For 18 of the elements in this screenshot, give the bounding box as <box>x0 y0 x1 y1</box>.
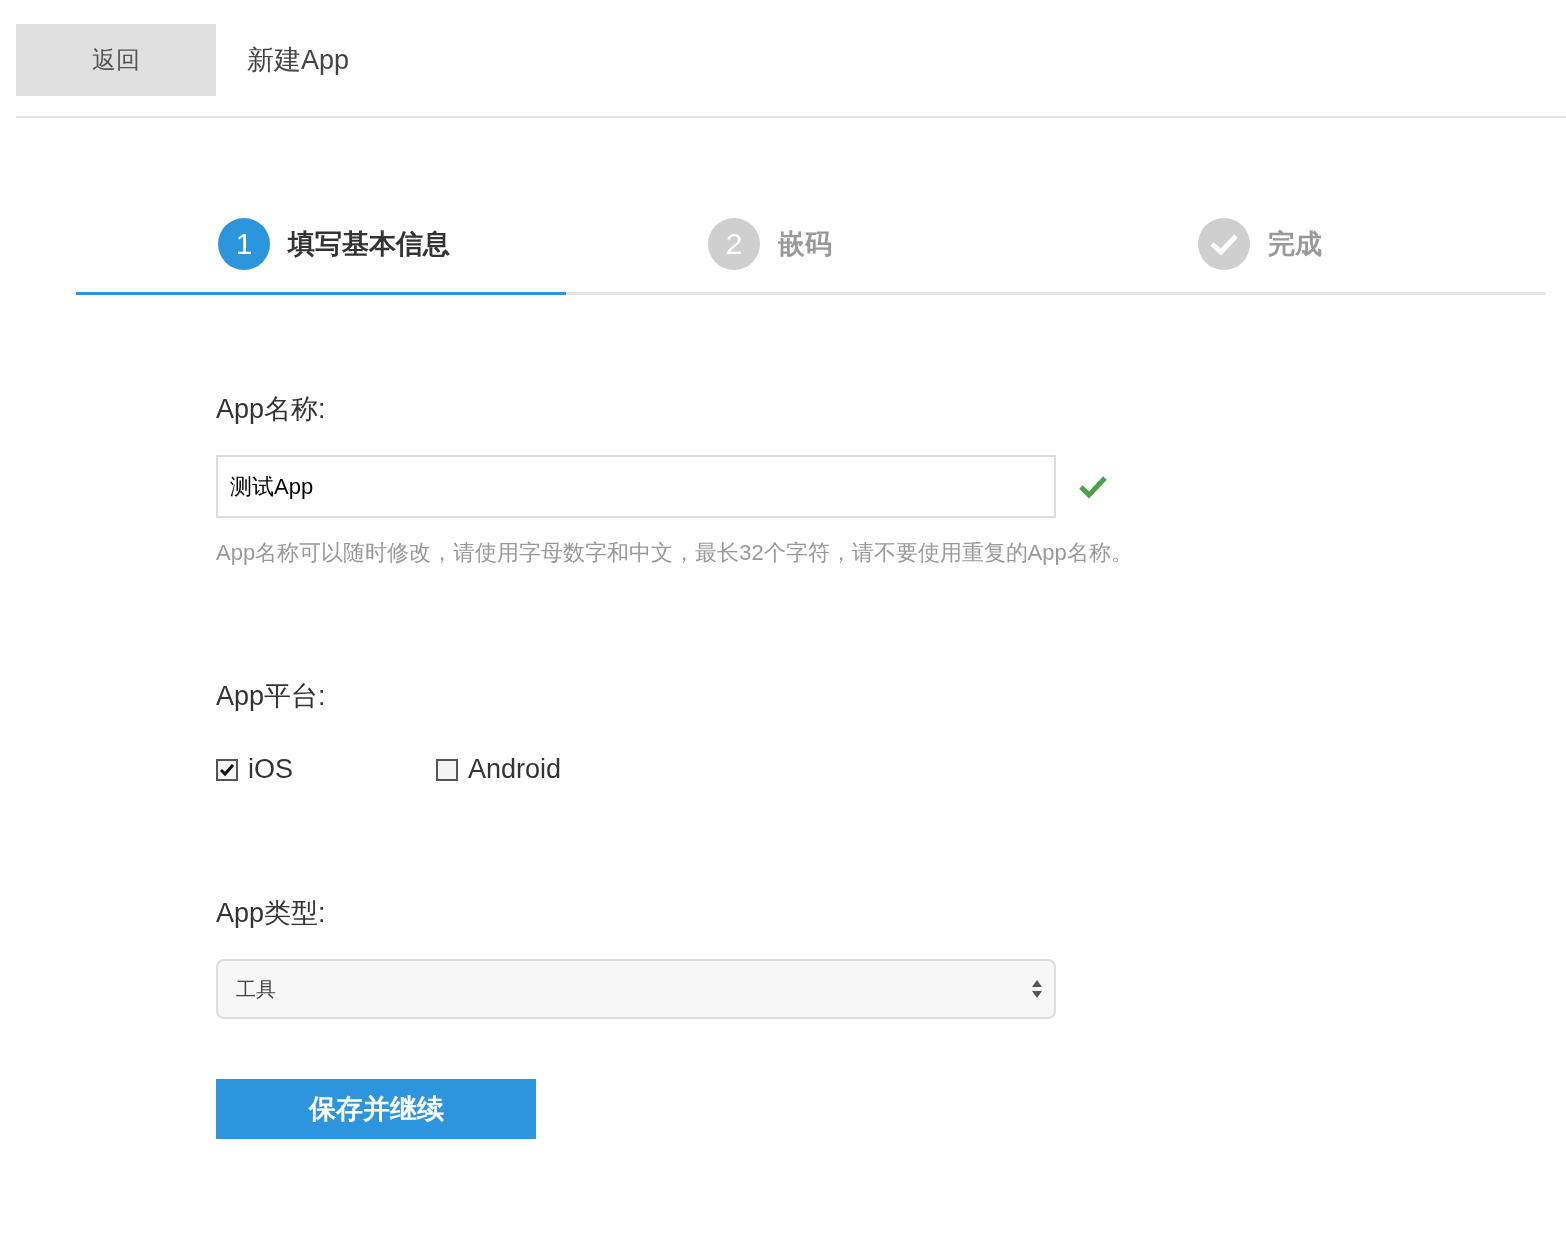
checkbox-label: iOS <box>248 754 293 785</box>
hint-text: App名称可以随时修改，请使用字母数字和中文，最长32个字符，请不要使用重复的App名称。 <box>216 539 1134 567</box>
checkbox[interactable] <box>216 758 238 781</box>
step-label: 完成 <box>1268 228 1322 261</box>
checkbox-label: Android <box>468 754 562 785</box>
field-label: App类型: <box>216 897 327 930</box>
step-label: 嵌码 <box>778 228 832 261</box>
back-button[interactable]: 返回 <box>16 24 216 96</box>
step-label: 填写基本信息 <box>288 228 450 261</box>
step-number: 1 <box>218 218 270 270</box>
name-input-field[interactable]: 测试App <box>216 455 1056 518</box>
field-label: App名称: <box>216 393 327 426</box>
page-title: 新建App <box>247 44 350 77</box>
up-down-arrows-icon <box>1032 979 1042 999</box>
checkmark-icon <box>1198 218 1250 270</box>
field-label: App平台: <box>216 680 327 713</box>
checkbox[interactable] <box>436 758 458 781</box>
type-dropdown[interactable]: 工具 <box>216 959 1056 1019</box>
